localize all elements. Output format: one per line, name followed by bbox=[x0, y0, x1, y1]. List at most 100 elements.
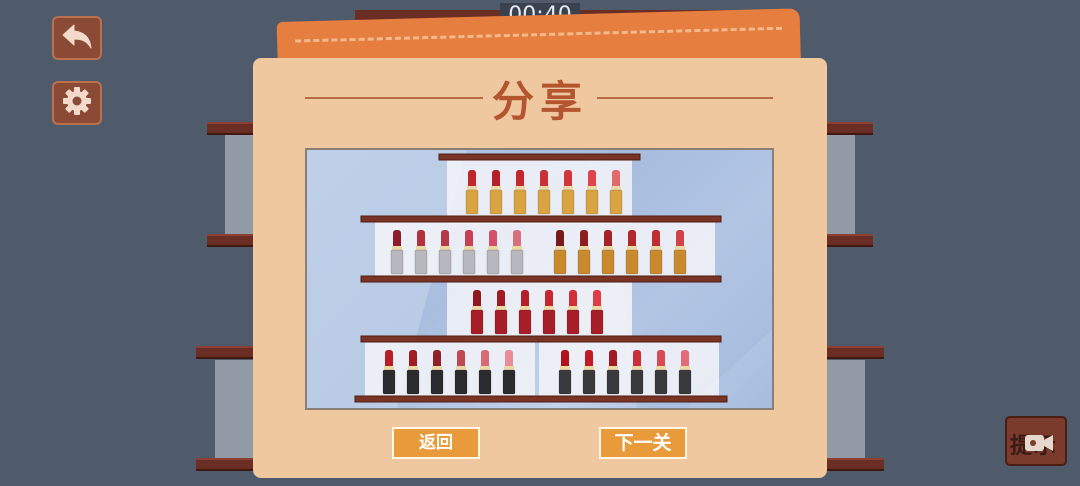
lipstick-collar bbox=[568, 306, 578, 310]
lipstick-collar bbox=[432, 366, 442, 370]
lipstick-case bbox=[518, 309, 532, 335]
lipstick-case bbox=[502, 369, 516, 395]
lipstick-case bbox=[561, 189, 575, 215]
background-shelf bbox=[207, 234, 255, 247]
shelf-top-rail bbox=[438, 153, 641, 161]
background-shelf bbox=[825, 458, 884, 471]
lipstick-collar bbox=[392, 246, 402, 250]
lipstick-case bbox=[577, 249, 591, 275]
lipstick-collar bbox=[384, 366, 394, 370]
lipstick-case bbox=[601, 249, 615, 275]
lipstick-case bbox=[606, 369, 620, 395]
lipstick-case bbox=[654, 369, 668, 395]
lipstick-case bbox=[390, 249, 404, 275]
settings-button[interactable] bbox=[52, 81, 102, 125]
lipstick-case bbox=[630, 369, 644, 395]
video-icon bbox=[1024, 432, 1054, 458]
lipstick-collar bbox=[579, 246, 589, 250]
lipstick-collar bbox=[512, 246, 522, 250]
lipstick-collar bbox=[480, 366, 490, 370]
preview-shelf bbox=[354, 395, 728, 403]
lipstick-case bbox=[470, 309, 484, 335]
lipstick-case bbox=[582, 369, 596, 395]
lipstick-case bbox=[489, 189, 503, 215]
lipstick-collar bbox=[651, 246, 661, 250]
lipstick-case bbox=[566, 309, 580, 335]
lipstick-case bbox=[510, 249, 524, 275]
lipstick-case bbox=[414, 249, 428, 275]
background-shelf bbox=[825, 346, 884, 359]
lipstick-collar bbox=[520, 306, 530, 310]
lipstick-collar bbox=[496, 306, 506, 310]
folder-tab-stitching bbox=[295, 26, 783, 43]
lipstick-collar bbox=[555, 246, 565, 250]
back-button[interactable] bbox=[52, 16, 102, 60]
lipstick-case bbox=[486, 249, 500, 275]
lipstick-case bbox=[673, 249, 687, 275]
preview-shelf bbox=[360, 215, 722, 223]
back-arrow-icon bbox=[60, 21, 94, 55]
lipstick-case bbox=[542, 309, 556, 335]
lipstick-collar bbox=[584, 366, 594, 370]
lipstick-case bbox=[625, 249, 639, 275]
dialog-title: 分享 bbox=[491, 77, 588, 126]
lipstick-collar bbox=[472, 306, 482, 310]
lipstick-case bbox=[609, 189, 623, 215]
lipstick-collar bbox=[416, 246, 426, 250]
gear-icon bbox=[61, 85, 93, 121]
lipstick-case bbox=[406, 369, 420, 395]
background-shelf-panel bbox=[825, 360, 865, 460]
lipstick-case bbox=[462, 249, 476, 275]
background-shelf bbox=[825, 122, 873, 135]
lipstick-collar bbox=[603, 246, 613, 250]
lipstick-case bbox=[537, 189, 551, 215]
lipstick-case bbox=[465, 189, 479, 215]
lipstick-case bbox=[430, 369, 444, 395]
lipstick-case bbox=[478, 369, 492, 395]
lipstick-collar bbox=[464, 246, 474, 250]
background-shelf bbox=[196, 458, 255, 471]
lipstick-collar bbox=[544, 306, 554, 310]
lipstick-case bbox=[382, 369, 396, 395]
lipstick-collar bbox=[456, 366, 466, 370]
lipstick-collar bbox=[675, 246, 685, 250]
lipstick-collar bbox=[408, 366, 418, 370]
lipstick-collar bbox=[680, 366, 690, 370]
lipstick-collar bbox=[563, 186, 573, 190]
preview-shelf bbox=[360, 275, 722, 283]
lipstick-collar bbox=[539, 186, 549, 190]
lipstick-collar bbox=[467, 186, 477, 190]
lipstick-case bbox=[590, 309, 604, 335]
lipstick-collar bbox=[592, 306, 602, 310]
background-shelf bbox=[196, 346, 255, 359]
next-level-button[interactable]: 下一关 bbox=[599, 427, 687, 459]
lipstick-collar bbox=[440, 246, 450, 250]
share-preview-image bbox=[305, 148, 774, 410]
lipstick-collar bbox=[491, 186, 501, 190]
background-shelf bbox=[207, 122, 255, 135]
hint-button[interactable]: 提示 bbox=[1005, 416, 1067, 466]
lipstick-case bbox=[494, 309, 508, 335]
lipstick-collar bbox=[632, 366, 642, 370]
lipstick-case bbox=[454, 369, 468, 395]
background-shelf-panel bbox=[215, 360, 255, 460]
lipstick-collar bbox=[504, 366, 514, 370]
preview-shelf bbox=[360, 335, 722, 343]
lipstick-collar bbox=[627, 246, 637, 250]
share-dialog: 分享 返回 下一关 bbox=[253, 58, 827, 478]
lipstick-case bbox=[649, 249, 663, 275]
lipstick-case bbox=[678, 369, 692, 395]
lipstick-shelf-illustration bbox=[307, 150, 772, 408]
background-shelf-panel bbox=[225, 135, 255, 235]
lipstick-case bbox=[553, 249, 567, 275]
background-shelf-panel bbox=[825, 135, 855, 235]
lipstick-collar bbox=[611, 186, 621, 190]
lipstick-collar bbox=[587, 186, 597, 190]
lipstick-case bbox=[585, 189, 599, 215]
lipstick-collar bbox=[560, 366, 570, 370]
back-to-menu-button[interactable]: 返回 bbox=[392, 427, 480, 459]
lipstick-case bbox=[438, 249, 452, 275]
lipstick-collar bbox=[608, 366, 618, 370]
lipstick-case bbox=[513, 189, 527, 215]
lipstick-case bbox=[558, 369, 572, 395]
